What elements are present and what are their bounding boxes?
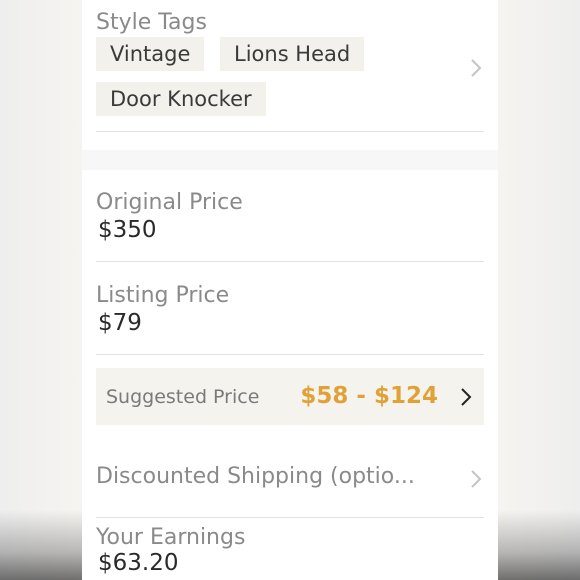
discounted-shipping-label: Discounted Shipping (optio... <box>96 464 415 489</box>
style-tags-label: Style Tags <box>96 10 207 35</box>
divider <box>96 517 484 518</box>
style-tag-vintage[interactable]: Vintage <box>96 37 205 71</box>
chevron-right-icon[interactable] <box>470 58 482 78</box>
listing-price-value: $79 <box>98 310 142 336</box>
your-earnings-value: $63.20 <box>98 550 179 576</box>
style-tag-door-knocker[interactable]: Door Knocker <box>96 82 266 116</box>
original-price-label: Original Price <box>96 190 243 215</box>
original-price-value: $350 <box>98 217 157 243</box>
suggested-price-button[interactable]: Suggested Price $58 - $124 <box>96 368 484 425</box>
style-tag-lions-head[interactable]: Lions Head <box>220 37 365 71</box>
chevron-right-icon <box>471 470 482 488</box>
suggested-price-range: $58 - $124 <box>300 383 438 409</box>
divider <box>96 131 484 132</box>
divider <box>96 354 484 355</box>
suggested-price-label: Suggested Price <box>106 386 260 408</box>
listing-price-label: Listing Price <box>96 283 230 308</box>
your-earnings-label: Your Earnings <box>96 525 246 550</box>
section-separator <box>82 150 498 170</box>
divider <box>96 261 484 262</box>
chevron-right-icon <box>461 388 472 406</box>
listing-form-panel: Style Tags Vintage Lions Head Door Knock… <box>82 0 498 580</box>
